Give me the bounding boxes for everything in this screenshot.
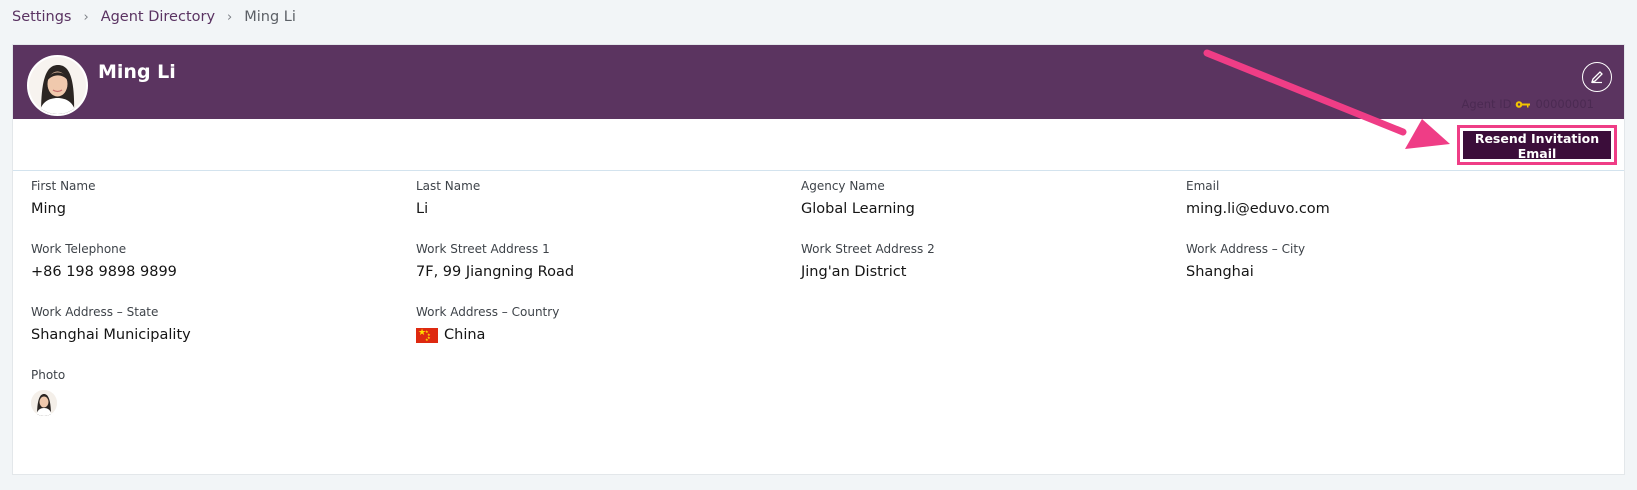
photo-thumbnail[interactable]	[31, 390, 57, 416]
work-state-field: Work Address – State Shanghai Municipali…	[31, 305, 191, 343]
field-label: Photo	[31, 368, 66, 382]
work-country-field: Work Address – Country ★ ★ ★ ★ ★ China	[416, 305, 559, 343]
breadcrumb: Settings › Agent Directory › Ming Li	[12, 9, 296, 25]
pencil-icon	[1590, 71, 1603, 84]
key-icon	[1515, 100, 1531, 109]
agency-name-field: Agency Name Global Learning	[801, 179, 915, 217]
work-street-2-field: Work Street Address 2 Jing'an District	[801, 242, 935, 280]
field-value: Jing'an District	[801, 264, 907, 280]
work-telephone-field: Work Telephone +86 198 9898 9899	[31, 242, 177, 280]
avatar	[27, 55, 88, 116]
agent-header: Ming Li Agent ID 00000001	[13, 45, 1624, 119]
agent-card: Ming Li Agent ID 00000001 Resend Invitat…	[12, 44, 1625, 475]
field-value: Shanghai Municipality	[31, 327, 191, 343]
action-toolbar	[13, 119, 1624, 171]
agent-name: Ming Li	[98, 61, 176, 83]
field-label: Work Street Address 1	[416, 242, 550, 256]
agent-id: Agent ID 00000001	[1462, 97, 1595, 111]
country-name: China	[444, 327, 486, 343]
field-value: ming.li@eduvo.com	[1186, 201, 1330, 217]
chevron-right-icon: ›	[83, 9, 89, 25]
resend-invitation-button[interactable]: Resend Invitation Email	[1463, 131, 1611, 161]
field-label: Work Address – Country	[416, 305, 560, 319]
field-value: 7F, 99 Jiangning Road	[416, 264, 575, 280]
field-label: Work Telephone	[31, 242, 127, 256]
agent-id-label: Agent ID	[1461, 97, 1512, 111]
field-label: Email	[1186, 179, 1220, 193]
work-street-1-field: Work Street Address 1 7F, 99 Jiangning R…	[416, 242, 574, 280]
chevron-right-icon: ›	[227, 9, 233, 25]
last-name-field: Last Name Li	[416, 179, 480, 217]
field-label: Work Street Address 2	[801, 242, 935, 256]
field-label: Agency Name	[801, 179, 885, 193]
field-value: Shanghai	[1186, 264, 1254, 280]
field-label: Work Address – City	[1186, 242, 1306, 256]
field-value: ★ ★ ★ ★ ★ China	[416, 327, 559, 343]
breadcrumb-agent-directory[interactable]: Agent Directory	[101, 9, 215, 25]
email-field: Email ming.li@eduvo.com	[1186, 179, 1330, 217]
china-flag-icon: ★ ★ ★ ★ ★	[416, 327, 438, 343]
breadcrumb-settings[interactable]: Settings	[12, 9, 71, 25]
work-city-field: Work Address – City Shanghai	[1186, 242, 1305, 280]
photo-field: Photo	[31, 368, 65, 416]
field-label: Work Address – State	[31, 305, 159, 319]
breadcrumb-current: Ming Li	[244, 9, 296, 25]
highlight-box: Resend Invitation Email	[1457, 125, 1617, 165]
edit-button[interactable]	[1582, 62, 1612, 92]
first-name-field: First Name Ming	[31, 179, 95, 217]
field-value: Global Learning	[801, 201, 915, 217]
field-value: Ming	[31, 201, 66, 217]
field-label: First Name	[31, 179, 96, 193]
agent-id-value: 00000001	[1535, 97, 1594, 111]
field-value: Li	[416, 201, 429, 217]
field-value: +86 198 9898 9899	[31, 264, 177, 280]
field-label: Last Name	[416, 179, 481, 193]
